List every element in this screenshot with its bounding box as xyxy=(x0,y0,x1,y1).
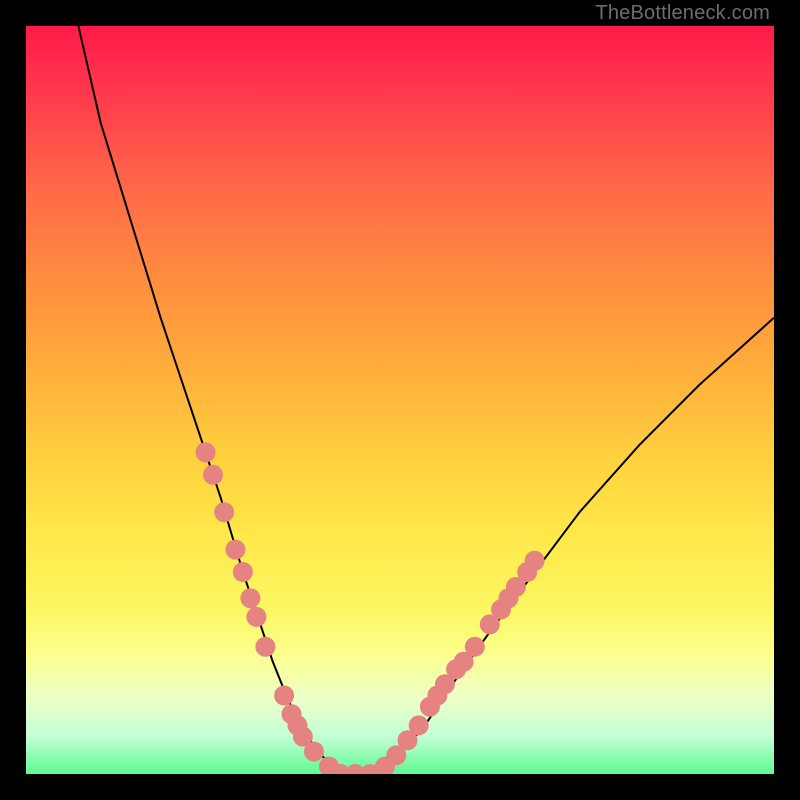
data-marker xyxy=(233,562,253,582)
data-marker xyxy=(196,442,216,462)
data-marker xyxy=(203,465,223,485)
data-marker xyxy=(274,686,294,706)
data-marker xyxy=(225,540,245,560)
chart-svg xyxy=(26,26,774,774)
data-marker xyxy=(255,637,275,657)
data-marker xyxy=(304,742,324,762)
attribution-text: TheBottleneck.com xyxy=(595,2,770,25)
chart-plot-area xyxy=(26,26,774,774)
data-marker xyxy=(465,637,485,657)
data-marker xyxy=(409,715,429,735)
bottleneck-curve xyxy=(78,26,774,774)
data-marker xyxy=(214,502,234,522)
data-marker xyxy=(246,607,266,627)
data-marker xyxy=(525,551,545,571)
marker-group xyxy=(196,442,545,774)
data-marker xyxy=(240,588,260,608)
